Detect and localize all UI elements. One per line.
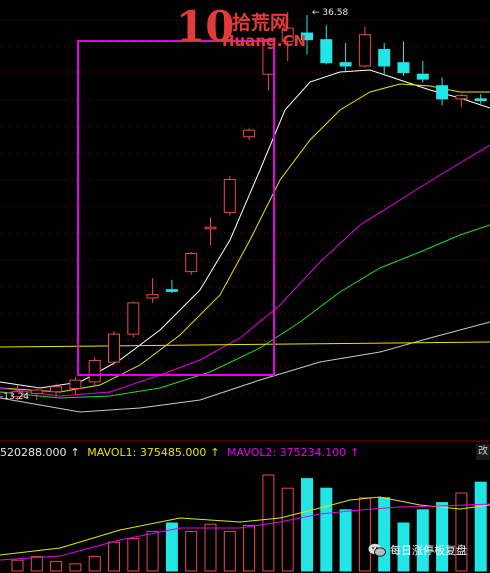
- volume-bar: [108, 541, 120, 572]
- low-price-label: 13.24: [3, 392, 30, 402]
- wechat-icon: [368, 543, 386, 557]
- low-price-marker: -13.24: [0, 392, 29, 402]
- candle: [204, 217, 217, 246]
- candle-body-down: [339, 62, 352, 67]
- volume-bar: [127, 538, 140, 572]
- high-price-marker: ← 36.58: [312, 8, 348, 18]
- candle-body-up: [455, 95, 468, 100]
- candle-body-up: [127, 302, 140, 335]
- candle-body-up: [88, 359, 101, 383]
- volume-bar: [358, 497, 371, 572]
- mavol2-value: MAVOL2: 375234.100: [227, 446, 347, 459]
- candle: [69, 376, 82, 396]
- highlight-box: [77, 40, 275, 376]
- candle-body-up: [185, 253, 198, 273]
- candle-body-up: [243, 129, 256, 138]
- mavol1-up-arrow: ↑: [210, 446, 220, 459]
- candle-body-up: [50, 386, 63, 393]
- candle-body-up: [223, 178, 236, 213]
- candle: [108, 330, 120, 366]
- candle-body-down: [397, 62, 410, 74]
- logo-chinese-name: 拾荒网: [232, 12, 290, 34]
- candle-body-up: [108, 333, 120, 363]
- volume-bar: [50, 560, 63, 572]
- candle: [223, 176, 236, 216]
- candle: [146, 278, 159, 303]
- volume-bar: [474, 481, 487, 572]
- candle-body-up: [30, 389, 43, 394]
- candle: [320, 24, 333, 65]
- candle-body-down: [416, 73, 429, 80]
- volume-bar: [204, 523, 217, 572]
- ma30-line: [0, 224, 490, 399]
- candle: [185, 251, 198, 275]
- candle: [474, 93, 487, 104]
- candle: [416, 61, 429, 83]
- logo-domain: Huang.CN: [222, 32, 307, 50]
- volume-bar: [339, 509, 352, 572]
- candle-body-up: [358, 34, 371, 67]
- candle: [455, 93, 468, 108]
- candle-body-up: [146, 294, 159, 299]
- high-price-label: 36.58: [322, 8, 349, 18]
- volume-bar: [11, 559, 24, 572]
- wechat-account-name: 每日涨停板复盘: [390, 544, 467, 557]
- candle-body-down: [436, 85, 449, 100]
- volume-bar: [301, 478, 313, 572]
- volume-bar: [223, 530, 236, 572]
- candle: [436, 77, 449, 106]
- moving-average-lines: [0, 69, 490, 413]
- volume-bar: [88, 556, 101, 572]
- candle-body-down: [474, 98, 487, 102]
- candle-body-down: [320, 39, 333, 64]
- volume-bar: [185, 530, 198, 572]
- volume-bar: [146, 530, 159, 572]
- wechat-watermark: 每日涨停板复盘: [368, 540, 467, 560]
- volume-bar: [69, 563, 82, 572]
- candle: [358, 26, 371, 68]
- high-marker-arrow: ←: [312, 8, 320, 18]
- site-logo-watermark: 10 拾荒网 Huang.CN: [176, 2, 307, 52]
- candle: [243, 128, 256, 140]
- candle: [397, 41, 410, 76]
- volume-up-arrow: ↑: [70, 446, 80, 459]
- volume-bar: [243, 524, 256, 572]
- candle-body-up: [69, 379, 82, 389]
- volume-bar: [320, 487, 333, 572]
- side-tab-button[interactable]: 改: [476, 444, 490, 460]
- horizontal-reference-line: [0, 341, 490, 348]
- candle: [165, 279, 178, 294]
- volume-bar: [281, 487, 294, 572]
- kline-chart[interactable]: [0, 0, 490, 573]
- candle: [378, 42, 391, 75]
- ma20-line: [0, 144, 490, 397]
- price-grid: [0, 19, 490, 421]
- mavol1-value: MAVOL1: 375485.000: [87, 446, 207, 459]
- candle-body-down: [165, 289, 178, 292]
- candle-body-down: [378, 49, 391, 67]
- mavol2-up-arrow: ↑: [350, 446, 360, 459]
- candle: [339, 42, 352, 73]
- volume-bar: [30, 556, 43, 572]
- candle-body-up: [204, 226, 217, 230]
- volume-legend: 520288.000 ↑ MAVOL1: 375485.000 ↑ MAVOL2: …: [0, 445, 490, 461]
- candle: [127, 301, 140, 338]
- candle: [88, 357, 101, 386]
- volume-value: 520288.000: [0, 446, 67, 459]
- volume-bar: [436, 502, 449, 572]
- candle: [30, 386, 43, 400]
